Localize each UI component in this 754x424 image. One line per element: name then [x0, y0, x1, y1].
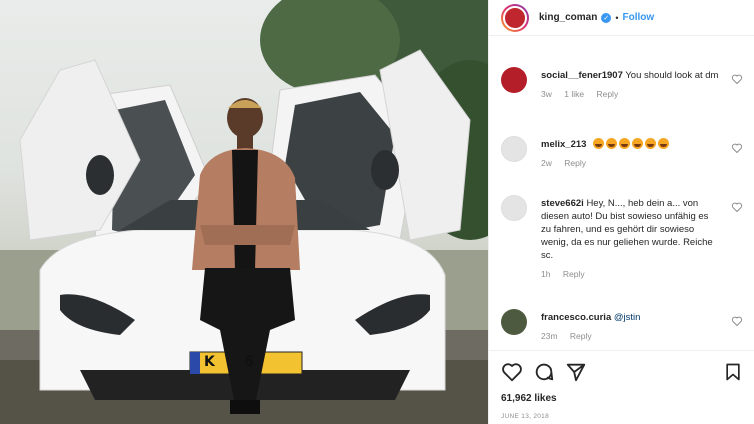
grimace-emoji-icon	[632, 138, 644, 149]
share-icon[interactable]	[565, 361, 587, 383]
commenter-avatar[interactable]	[501, 309, 527, 335]
heart-icon[interactable]	[501, 361, 523, 383]
action-icons	[501, 361, 743, 385]
comment-meta: 2w Reply	[541, 157, 721, 170]
reply-button[interactable]: Reply	[564, 158, 586, 168]
post-date: JUNE 13, 2018	[501, 413, 549, 420]
comment-username[interactable]: steve662i	[541, 198, 584, 209]
follow-button[interactable]: Follow	[623, 12, 655, 23]
comments-list[interactable]: social__fener1907 You should look at dm …	[489, 37, 754, 349]
heart-icon[interactable]	[731, 142, 743, 154]
heart-icon[interactable]	[731, 201, 743, 213]
grimace-emoji-icon	[606, 138, 618, 149]
grimace-emoji-icon	[645, 138, 657, 149]
comment-body: francesco.curia @jstin 23m Reply	[541, 311, 721, 343]
comment-username[interactable]: melix_213	[541, 139, 586, 150]
separator-dot: •	[615, 12, 619, 23]
verified-icon: ✓	[601, 12, 612, 23]
comment-time: 23m	[541, 331, 558, 341]
comment-icon[interactable]	[533, 361, 555, 383]
reply-button[interactable]: Reply	[563, 269, 585, 279]
comment-meta: 3w 1 like Reply	[541, 88, 721, 101]
comment-meta: 1h Reply	[541, 268, 721, 281]
post-header: king_coman ✓ • Follow	[489, 0, 754, 36]
commenter-avatar[interactable]	[501, 136, 527, 162]
comment-username[interactable]: social__fener1907	[541, 70, 623, 81]
comment-body: melix_213 2w Reply	[541, 138, 721, 170]
commenter-avatar[interactable]	[501, 195, 527, 221]
reply-button[interactable]: Reply	[570, 331, 592, 341]
bookmark-icon[interactable]	[723, 361, 743, 383]
author-username[interactable]: king_coman	[539, 12, 597, 23]
comment-likes[interactable]: 1 like	[564, 89, 584, 99]
comment-meta: 23m Reply	[541, 330, 721, 343]
comment-text: You should look at dm	[625, 70, 719, 81]
post-photo[interactable]: K 6	[0, 0, 488, 424]
heart-icon[interactable]	[731, 315, 743, 327]
emoji-row	[593, 138, 671, 150]
grimace-emoji-icon	[593, 138, 605, 149]
heart-icon[interactable]	[731, 73, 743, 85]
commenter-avatar[interactable]	[501, 67, 527, 93]
grimace-emoji-icon	[619, 138, 631, 149]
comment-time: 3w	[541, 89, 552, 99]
post-sidebar: king_coman ✓ • Follow social__fener1907 …	[488, 0, 754, 424]
grimace-emoji-icon	[658, 138, 670, 149]
comment-body: steve662i Hey, N..., heb dein a... von d…	[541, 197, 721, 281]
license-plate-text: K 6	[204, 354, 254, 370]
comment-username[interactable]: francesco.curia	[541, 312, 611, 323]
reply-button[interactable]: Reply	[596, 89, 618, 99]
post-actions: 61,962 likes JUNE 13, 2018	[489, 350, 754, 424]
comment-mention[interactable]: @jstin	[614, 312, 641, 323]
author-avatar[interactable]	[501, 3, 529, 32]
comment-body: social__fener1907 You should look at dm …	[541, 69, 721, 101]
comment-time: 1h	[541, 269, 551, 279]
likes-count[interactable]: 61,962 likes	[501, 393, 557, 404]
comment-time: 2w	[541, 158, 552, 168]
